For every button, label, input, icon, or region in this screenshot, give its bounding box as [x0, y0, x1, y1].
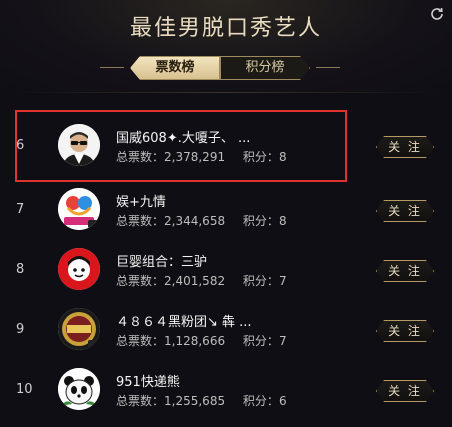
list-item[interactable]: 6 国威608✦.大嗄子、 ... 总票数：2,378,291 积分：8 关 注	[0, 116, 452, 176]
avatar-panda-icon[interactable]	[58, 368, 100, 410]
score-label: 积分：	[242, 214, 279, 228]
list-item[interactable]: 8 巨婴组合：三驴 总票数：2,401,582 积分：7 关 注	[0, 240, 452, 300]
score-label: 积分：	[242, 394, 279, 408]
avatar-gold-badge-icon[interactable]	[58, 308, 100, 350]
list-item[interactable]: 9 ４８６４黑粉团↘ 犇 ... 总票数：1,128,666 积分：7 关 注	[0, 300, 452, 360]
score-value: 6	[278, 394, 287, 408]
header: 最佳男脱口秀艺人 票数榜 积分榜	[0, 0, 452, 92]
list-item[interactable]: 10 951快递熊 总票数：1,255,685 积分：6 关 注	[0, 360, 452, 420]
score-label: 积分：	[242, 150, 279, 164]
votes-label: 总票数：	[116, 394, 165, 408]
score-value: 7	[278, 274, 287, 288]
stats: 总票数：1,255,685 积分：6	[116, 392, 287, 409]
tab-right-ornament	[316, 67, 340, 68]
follow-button[interactable]: 关 注	[376, 136, 434, 158]
score-label: 积分：	[242, 334, 279, 348]
votes-value: 2,378,291	[164, 150, 226, 164]
list-item[interactable]: 7 娱+九情 总票数：2,344,658 积分：8 关 注	[0, 180, 452, 240]
follow-button[interactable]: 关 注	[376, 260, 434, 282]
votes-value: 1,128,666	[164, 334, 226, 348]
artist-name[interactable]: 巨婴组合：三驴	[116, 251, 207, 270]
score-label: 积分：	[242, 274, 279, 288]
score-value: 8	[278, 150, 287, 164]
avatar-man-sunglasses-icon[interactable]	[58, 124, 100, 166]
follow-button[interactable]: 关 注	[376, 200, 434, 222]
score-value: 7	[278, 334, 287, 348]
tab-left-ornament	[100, 67, 124, 68]
artist-name[interactable]: 国威608✦.大嗄子、 ...	[116, 127, 250, 146]
rank-number: 9	[16, 322, 25, 337]
votes-label: 总票数：	[116, 150, 165, 164]
rank-number: 6	[16, 138, 25, 153]
header-divider	[10, 92, 442, 93]
stats: 总票数：2,344,658 积分：8	[116, 212, 287, 229]
rank-number: 7	[16, 202, 25, 217]
refresh-icon[interactable]	[428, 6, 446, 24]
page-title: 最佳男脱口秀艺人	[129, 16, 322, 41]
votes-label: 总票数：	[116, 334, 165, 348]
artist-name[interactable]: 娱+九情	[116, 191, 166, 210]
artist-name[interactable]: ４８６４黑粉团↘ 犇 ...	[116, 311, 252, 330]
votes-label: 总票数：	[116, 214, 165, 228]
tab-bar: 票数榜 积分榜	[130, 56, 310, 80]
rank-number: 8	[16, 262, 25, 277]
stats: 总票数：2,378,291 积分：8	[116, 148, 287, 165]
tab-score[interactable]: 积分榜	[220, 56, 310, 80]
stats: 总票数：2,401,582 积分：7	[116, 272, 287, 289]
votes-value: 2,401,582	[164, 274, 226, 288]
tab-votes[interactable]: 票数榜	[130, 56, 220, 80]
votes-value: 2,344,658	[164, 214, 226, 228]
avatar-red-cartoon-icon[interactable]	[58, 248, 100, 290]
avatar-logo-colorful-icon[interactable]	[58, 188, 100, 230]
artist-name[interactable]: 951快递熊	[116, 371, 180, 390]
follow-button[interactable]: 关 注	[376, 380, 434, 402]
votes-label: 总票数：	[116, 274, 165, 288]
votes-value: 1,255,685	[164, 394, 226, 408]
stats: 总票数：1,128,666 积分：7	[116, 332, 287, 349]
score-value: 8	[278, 214, 287, 228]
rank-number: 10	[16, 382, 33, 397]
follow-button[interactable]: 关 注	[376, 320, 434, 342]
